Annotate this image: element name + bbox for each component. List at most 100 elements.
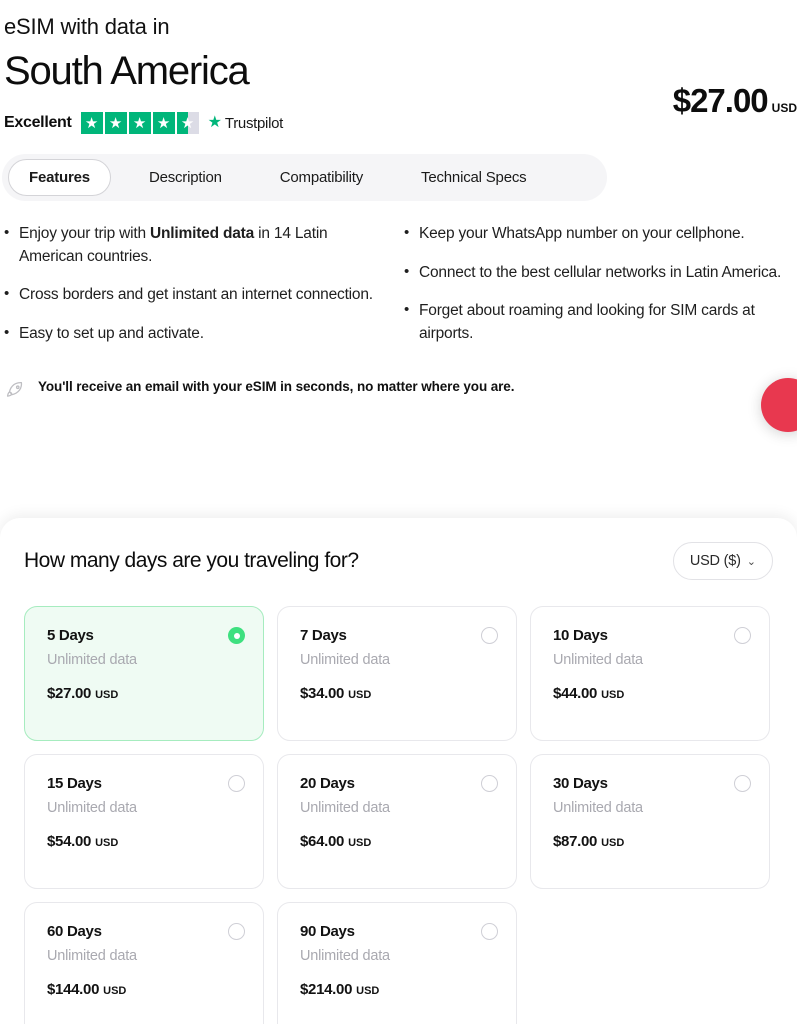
feature-item: Keep your WhatsApp number on your cellph…	[402, 223, 782, 245]
feature-text-pre: Easy to set up and activate.	[19, 325, 204, 342]
tab-compatibility[interactable]: Compatibility	[260, 159, 383, 196]
feature-text-bold: Unlimited data	[150, 225, 254, 242]
plan-price-currency: USD	[601, 689, 624, 701]
feature-item: Enjoy your trip with Unlimited data in 1…	[2, 223, 382, 268]
trustpilot-brand: ★ Trustpilot	[208, 115, 283, 132]
feature-text-pre: Keep your WhatsApp number on your cellph…	[419, 225, 745, 242]
plan-price-amount: $44.00	[553, 685, 597, 702]
delivery-note: You'll receive an email with your eSIM i…	[2, 377, 795, 401]
plan-days: 90 Days	[300, 923, 498, 940]
plan-data: Unlimited data	[47, 652, 245, 668]
plan-radio[interactable]	[481, 627, 498, 644]
plan-radio[interactable]	[734, 775, 751, 792]
plan-radio[interactable]	[481, 775, 498, 792]
plan-days: 10 Days	[553, 627, 751, 644]
rating-word: Excellent	[4, 114, 72, 132]
plan-price-currency: USD	[601, 837, 624, 849]
plan-card[interactable]: 5 Days Unlimited data $27.00 USD	[24, 606, 264, 741]
plan-price-currency: USD	[95, 689, 118, 701]
plan-price-amount: $87.00	[553, 833, 597, 850]
plan-price: $87.00 USD	[553, 833, 751, 850]
plan-grid: 5 Days Unlimited data $27.00 USD 7 Days …	[24, 606, 773, 1024]
price-currency: USD	[772, 101, 797, 115]
hero-price: $27.00 USD	[673, 82, 797, 120]
plan-radio[interactable]	[481, 923, 498, 940]
tab-features[interactable]: Features	[8, 159, 111, 196]
plan-card[interactable]: 10 Days Unlimited data $44.00 USD	[530, 606, 770, 741]
plan-price-currency: USD	[103, 985, 126, 997]
plan-price-currency: USD	[348, 689, 371, 701]
plan-price-amount: $144.00	[47, 981, 99, 998]
plan-price-amount: $54.00	[47, 833, 91, 850]
plan-radio[interactable]	[228, 775, 245, 792]
plan-days: 7 Days	[300, 627, 498, 644]
plan-data: Unlimited data	[47, 800, 245, 816]
plan-price: $144.00 USD	[47, 981, 245, 998]
feature-text-pre: Forget about roaming and looking for SIM…	[419, 302, 755, 341]
delivery-note-text: You'll receive an email with your eSIM i…	[38, 377, 514, 397]
plan-data: Unlimited data	[553, 800, 751, 816]
currency-label: USD ($)	[690, 553, 741, 569]
feature-text-pre: Enjoy your trip with	[19, 225, 150, 242]
features-column-left: Enjoy your trip with Unlimited data in 1…	[2, 223, 382, 361]
plan-days: 15 Days	[47, 775, 245, 792]
plan-days: 60 Days	[47, 923, 245, 940]
price-amount: $27.00	[673, 82, 768, 120]
plan-data: Unlimited data	[300, 948, 498, 964]
plan-data: Unlimited data	[47, 948, 245, 964]
plan-price: $27.00 USD	[47, 685, 245, 702]
plan-price: $34.00 USD	[300, 685, 498, 702]
plan-card[interactable]: 20 Days Unlimited data $64.00 USD	[277, 754, 517, 889]
plan-price: $64.00 USD	[300, 833, 498, 850]
product-page: eSIM with data in South America $27.00 U…	[0, 0, 797, 1024]
plan-price-currency: USD	[356, 985, 379, 997]
plan-data: Unlimited data	[300, 652, 498, 668]
plan-data: Unlimited data	[300, 800, 498, 816]
plan-days: 20 Days	[300, 775, 498, 792]
star-rating: ★ ★ ★ ★ ★	[81, 112, 199, 134]
plan-radio[interactable]	[734, 627, 751, 644]
feature-item: Forget about roaming and looking for SIM…	[402, 300, 782, 345]
plan-card[interactable]: 15 Days Unlimited data $54.00 USD	[24, 754, 264, 889]
feature-text-pre: Cross borders and get instant an interne…	[19, 286, 373, 303]
plan-card[interactable]: 7 Days Unlimited data $34.00 USD	[277, 606, 517, 741]
plan-price-currency: USD	[348, 837, 371, 849]
plan-price: $214.00 USD	[300, 981, 498, 998]
plan-days: 5 Days	[47, 627, 245, 644]
features-list: Enjoy your trip with Unlimited data in 1…	[2, 223, 795, 361]
chevron-down-icon: ⌄	[747, 555, 756, 568]
currency-selector[interactable]: USD ($) ⌄	[673, 542, 773, 580]
star-icon: ★	[153, 112, 175, 134]
hero-section: eSIM with data in South America $27.00 U…	[0, 0, 797, 401]
trustpilot-star-icon: ★	[208, 115, 222, 131]
plan-price: $44.00 USD	[553, 685, 751, 702]
tab-bar: Features Description Compatibility Techn…	[2, 154, 607, 201]
plan-card[interactable]: 30 Days Unlimited data $87.00 USD	[530, 754, 770, 889]
tab-description[interactable]: Description	[129, 159, 242, 196]
plan-price-amount: $64.00	[300, 833, 344, 850]
rocket-icon	[4, 379, 26, 401]
tab-technical-specs[interactable]: Technical Specs	[401, 159, 546, 196]
star-half-icon: ★	[177, 112, 199, 134]
plan-radio-selected[interactable]	[228, 627, 245, 644]
plans-panel: How many days are you traveling for? USD…	[0, 518, 797, 1024]
feature-item: Cross borders and get instant an interne…	[2, 284, 382, 306]
trustpilot-name: Trustpilot	[225, 115, 283, 132]
star-icon: ★	[81, 112, 103, 134]
feature-item: Connect to the best cellular networks in…	[402, 262, 782, 284]
plan-days: 30 Days	[553, 775, 751, 792]
page-eyebrow: eSIM with data in	[2, 14, 795, 40]
star-icon: ★	[105, 112, 127, 134]
plan-card[interactable]: 90 Days Unlimited data $214.00 USD	[277, 902, 517, 1024]
plan-radio[interactable]	[228, 923, 245, 940]
star-icon: ★	[129, 112, 151, 134]
plan-price-amount: $34.00	[300, 685, 344, 702]
plan-price: $54.00 USD	[47, 833, 245, 850]
plans-title: How many days are you traveling for?	[24, 549, 359, 573]
feature-item: Easy to set up and activate.	[2, 323, 382, 345]
plan-price-currency: USD	[95, 837, 118, 849]
features-column-right: Keep your WhatsApp number on your cellph…	[402, 223, 782, 361]
plan-card[interactable]: 60 Days Unlimited data $144.00 USD	[24, 902, 264, 1024]
plans-header: How many days are you traveling for? USD…	[24, 542, 773, 580]
feature-text-pre: Connect to the best cellular networks in…	[419, 264, 781, 281]
